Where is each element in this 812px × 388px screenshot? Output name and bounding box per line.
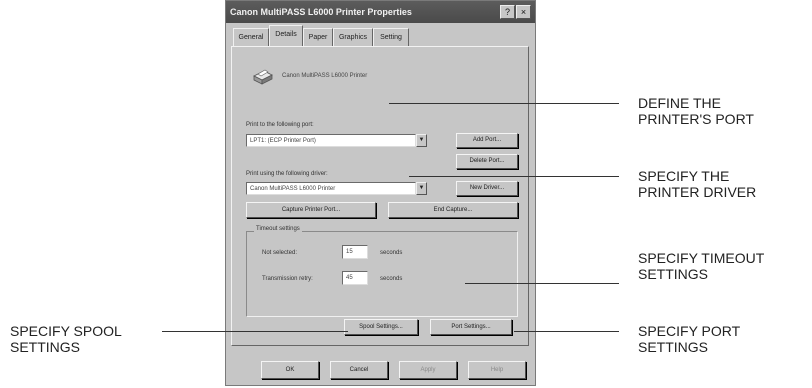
specify-spool-leader-line — [162, 331, 348, 332]
dialog-title: Canon MultiPASS L6000 Printer Properties — [226, 1, 535, 23]
transmission-retry-input[interactable]: 45 — [342, 271, 368, 285]
callout-specify-port: SPECIFY PORT SETTINGS — [638, 323, 740, 355]
close-title-button[interactable]: × — [516, 5, 531, 19]
port-settings-button[interactable]: Port Settings... — [430, 319, 512, 335]
port-label: Print to the following port: — [246, 122, 314, 128]
callout-line: PRINTER DRIVER — [638, 184, 757, 200]
tab-general[interactable]: General — [233, 28, 269, 46]
tab-setting[interactable]: Setting — [373, 28, 409, 46]
callout-line: SPECIFY TIMEOUT — [638, 250, 765, 266]
callout-specify-timeout: SPECIFY TIMEOUT SETTINGS — [638, 250, 764, 282]
tab-paper[interactable]: Paper — [303, 28, 333, 46]
driver-label: Print using the following driver: — [246, 171, 328, 177]
tab-details[interactable]: Details — [269, 25, 303, 46]
transmission-retry-label: Transmission retry: — [262, 276, 313, 282]
callout-line: SETTINGS — [10, 339, 81, 355]
port-dropdown-arrow-icon[interactable]: ▼ — [416, 134, 427, 147]
not-selected-label: Not selected: — [262, 250, 298, 256]
callout-define-port: DEFINE THE PRINTER'S PORT — [638, 95, 754, 127]
timeout-group-title: Timeout settings — [254, 226, 302, 232]
callout-line: SPECIFY THE — [638, 168, 730, 184]
printer-properties-dialog: Canon MultiPASS L6000 Printer Properties… — [225, 0, 536, 386]
callout-line: SETTINGS — [638, 266, 709, 282]
callout-line: SPECIFY PORT — [638, 323, 741, 339]
callout-line: SPECIFY SPOOL — [10, 323, 122, 339]
callout-line: PRINTER'S PORT — [638, 111, 754, 127]
ok-button[interactable]: OK — [261, 361, 319, 379]
specify-timeout-leader-line — [465, 283, 619, 284]
not-selected-seconds-label: seconds — [380, 250, 403, 256]
delete-port-button[interactable]: Delete Port... — [456, 154, 518, 169]
timeout-settings-group — [246, 231, 518, 317]
callout-specify-spool: SPECIFY SPOOL SETTINGS — [10, 323, 122, 355]
help-button: Help — [468, 361, 526, 379]
details-panel: Canon MultiPASS L6000 Printer Print to t… — [231, 46, 529, 346]
not-selected-input[interactable]: 15 — [342, 245, 368, 259]
printer-name: Canon MultiPASS L6000 Printer — [282, 73, 368, 79]
driver-dropdown-arrow-icon[interactable]: ▼ — [416, 182, 427, 195]
spool-settings-button[interactable]: Spool Settings... — [344, 319, 418, 335]
capture-printer-port-button[interactable]: Capture Printer Port... — [246, 202, 376, 218]
callout-line: SETTINGS — [638, 339, 709, 355]
help-title-button[interactable]: ? — [500, 5, 515, 19]
callout-line: DEFINE THE — [638, 95, 721, 111]
driver-select[interactable]: Canon MultiPASS L6000 Printer — [246, 182, 416, 195]
specify-driver-leader-line — [409, 176, 619, 177]
tab-graphics[interactable]: Graphics — [333, 28, 373, 46]
printer-icon — [253, 69, 273, 85]
transmission-seconds-label: seconds — [380, 276, 403, 282]
define-port-leader-line — [389, 103, 619, 104]
apply-button: Apply — [399, 361, 457, 379]
callout-specify-driver: SPECIFY THE PRINTER DRIVER — [638, 168, 756, 200]
specify-port-leader-line — [514, 331, 619, 332]
new-driver-button[interactable]: New Driver... — [456, 181, 518, 196]
add-port-button[interactable]: Add Port... — [456, 133, 518, 148]
cancel-button[interactable]: Cancel — [330, 361, 388, 379]
end-capture-button[interactable]: End Capture... — [388, 202, 518, 218]
port-select[interactable]: LPT1: (ECP Printer Port) — [246, 134, 416, 147]
